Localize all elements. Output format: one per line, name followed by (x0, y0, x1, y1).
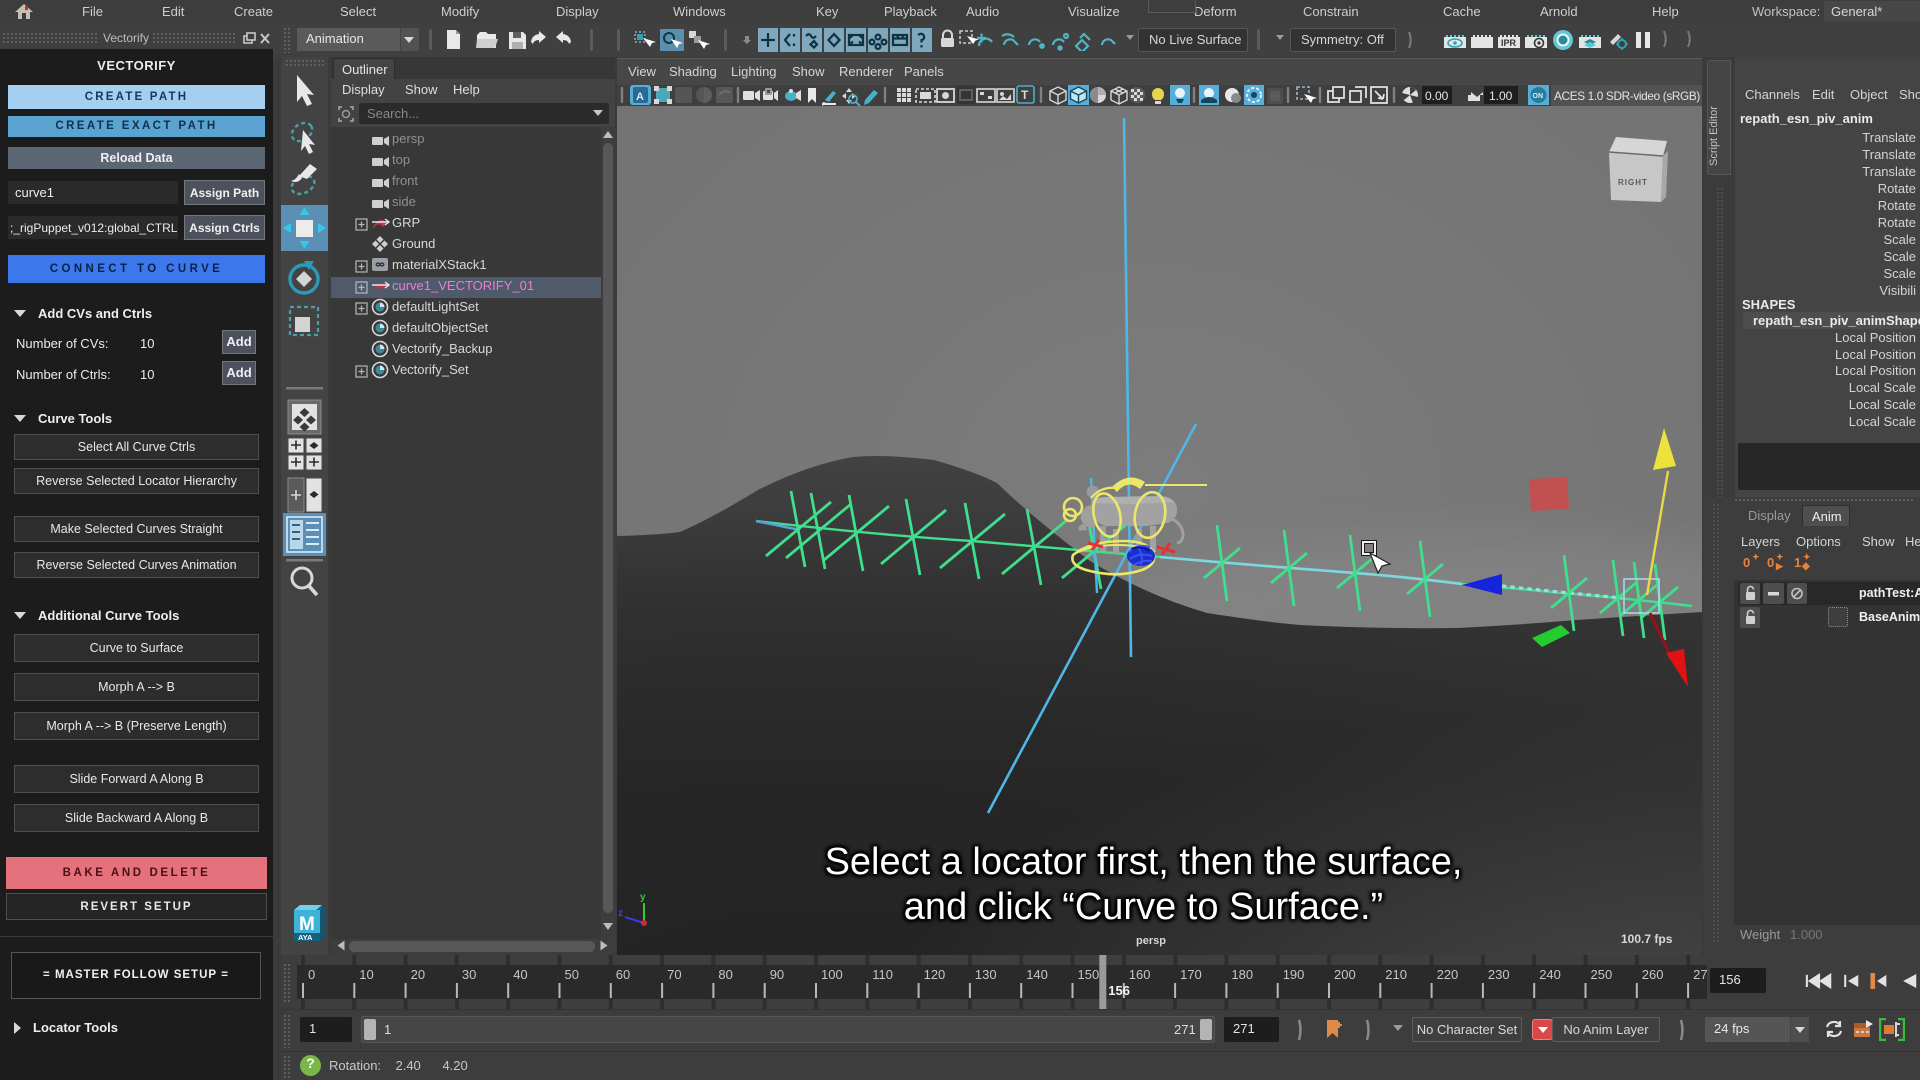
svg-text:IPR: IPR (1501, 38, 1517, 48)
svg-text:ON: ON (1533, 93, 1544, 100)
svg-text:120: 120 (924, 967, 946, 982)
svg-text:A: A (636, 91, 644, 103)
svg-text:170: 170 (1180, 967, 1202, 982)
svg-text:190: 190 (1283, 967, 1305, 982)
svg-text:T: T (1021, 88, 1029, 102)
svg-text:250: 250 (1591, 967, 1613, 982)
svg-text:160: 160 (1129, 967, 1151, 982)
svg-text:60: 60 (616, 967, 630, 982)
svg-text:0: 0 (308, 967, 315, 982)
svg-text:150: 150 (1078, 967, 1100, 982)
svg-text:80: 80 (718, 967, 732, 982)
svg-text:40: 40 (513, 967, 527, 982)
svg-text:1.00: 1.00 (1489, 89, 1513, 103)
svg-text:RIGHT: RIGHT (1618, 178, 1648, 187)
svg-text:156: 156 (1108, 983, 1130, 998)
svg-text:persp: persp (1136, 935, 1166, 947)
svg-text:230: 230 (1488, 967, 1510, 982)
svg-text:220: 220 (1437, 967, 1459, 982)
svg-text:100.7 fps: 100.7 fps (1621, 932, 1673, 946)
svg-text:0.00: 0.00 (1425, 89, 1449, 103)
svg-text:130: 130 (975, 967, 997, 982)
svg-text:10: 10 (359, 967, 373, 982)
svg-text:270: 270 (1693, 967, 1707, 982)
svg-text:50: 50 (565, 967, 579, 982)
svg-text:70: 70 (667, 967, 681, 982)
svg-text:200: 200 (1334, 967, 1356, 982)
svg-text:AYA: AYA (298, 933, 313, 942)
svg-text:M: M (299, 914, 315, 935)
svg-text:110: 110 (872, 967, 893, 982)
svg-text:30: 30 (462, 967, 476, 982)
svg-text:90: 90 (770, 967, 784, 982)
svg-text:210: 210 (1385, 967, 1407, 982)
svg-text:140: 140 (1026, 967, 1048, 982)
svg-text:260: 260 (1642, 967, 1664, 982)
svg-text:240: 240 (1539, 967, 1561, 982)
svg-text:20: 20 (411, 967, 425, 982)
svg-text:180: 180 (1231, 967, 1253, 982)
svg-text:100: 100 (821, 967, 843, 982)
